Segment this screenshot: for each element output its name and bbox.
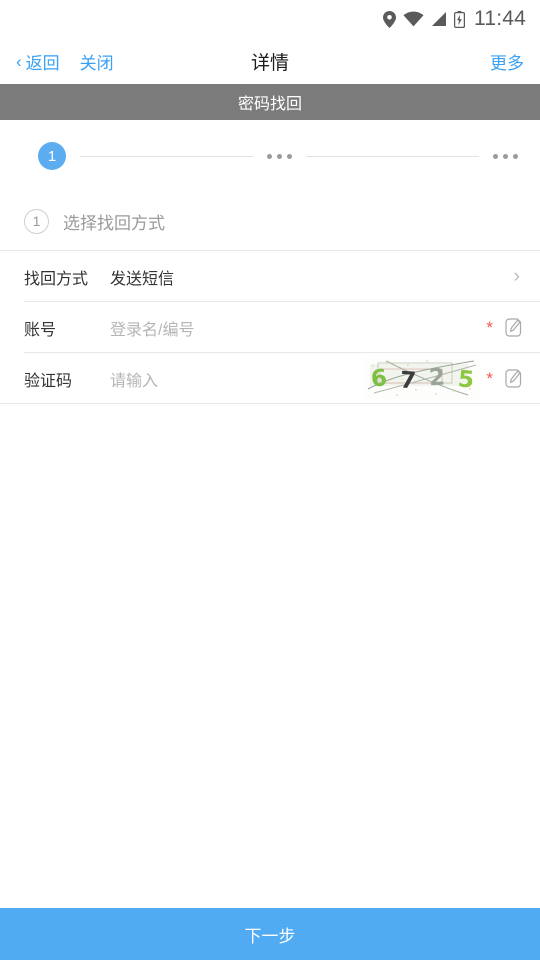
account-label: 账号 (24, 321, 57, 339)
back-chevron-icon: ‹ (16, 51, 22, 71)
captcha-char: 5 (456, 365, 475, 394)
sub-title-label: 密码找回 (237, 96, 302, 113)
step-progress-indicator: 1 (0, 120, 540, 192)
form-row-recovery-method[interactable]: 找回方式 发送短信 › (0, 251, 540, 302)
account-input[interactable]: 登录名/编号 (110, 316, 194, 340)
status-bar-clock: 11:44 (474, 7, 526, 30)
next-step-button[interactable]: 下一步 (0, 908, 540, 960)
edit-icon[interactable] (505, 318, 524, 337)
section-title: 选择找回方式 (63, 213, 165, 233)
captcha-char: 2 (428, 364, 446, 391)
location-pin-icon (383, 10, 396, 28)
required-asterisk-icon: * (486, 318, 493, 337)
step-dots-group-1 (267, 153, 292, 159)
back-button[interactable]: ‹ 返回 (16, 49, 60, 74)
close-button[interactable]: 关闭 (80, 49, 114, 74)
step-connector-line-1 (80, 155, 253, 157)
step-dot (503, 153, 508, 159)
section-number-badge: 1 (24, 208, 49, 234)
captcha-image[interactable]: 6 7 2 5 (364, 358, 481, 399)
wifi-icon (403, 11, 424, 27)
form-row-verification-code[interactable]: 验证码 请输入 6 7 2 5 * (0, 353, 540, 404)
app-root: 11:44 ‹ 返回 关闭 详情 更多 密码找回 1 1 选择找回方式 找回方式… (0, 0, 540, 960)
chevron-right-icon: › (513, 266, 520, 287)
edit-icon[interactable] (505, 369, 524, 388)
nav-left-group: ‹ 返回 关闭 (16, 49, 114, 74)
verification-code-label: 验证码 (24, 372, 73, 390)
step-dot (287, 153, 292, 159)
signal-icon (431, 11, 447, 27)
status-bar: 11:44 (0, 0, 540, 38)
step-connector-line-2 (306, 155, 479, 157)
more-button[interactable]: 更多 (490, 49, 524, 74)
recovery-method-label: 找回方式 (24, 270, 89, 288)
verification-code-input[interactable]: 请输入 (110, 367, 158, 391)
navigation-bar: ‹ 返回 关闭 详情 更多 (0, 38, 540, 84)
back-button-label: 返回 (25, 53, 60, 73)
step-indicator-current: 1 (38, 142, 66, 170)
step-dot (513, 153, 518, 159)
sub-title-band: 密码找回 (0, 84, 540, 120)
step-dot (277, 153, 282, 159)
step-dots-group-2 (493, 153, 518, 159)
step-dot (267, 153, 272, 159)
battery-charging-icon (454, 10, 465, 28)
captcha-char: 7 (398, 366, 417, 395)
form-row-account[interactable]: 账号 登录名/编号 * (0, 302, 540, 353)
section-header: 1 选择找回方式 (0, 192, 540, 250)
captcha-char: 6 (369, 364, 389, 393)
recovery-method-value: 发送短信 (110, 270, 175, 288)
content-filler (0, 404, 540, 960)
status-bar-icons (383, 10, 465, 28)
step-dot (493, 153, 498, 159)
required-asterisk-icon: * (486, 369, 493, 388)
form-list: 找回方式 发送短信 › 账号 登录名/编号 * 验证码 请输入 6 7 2 5 … (0, 250, 540, 404)
next-step-button-label: 下一步 (244, 926, 296, 946)
